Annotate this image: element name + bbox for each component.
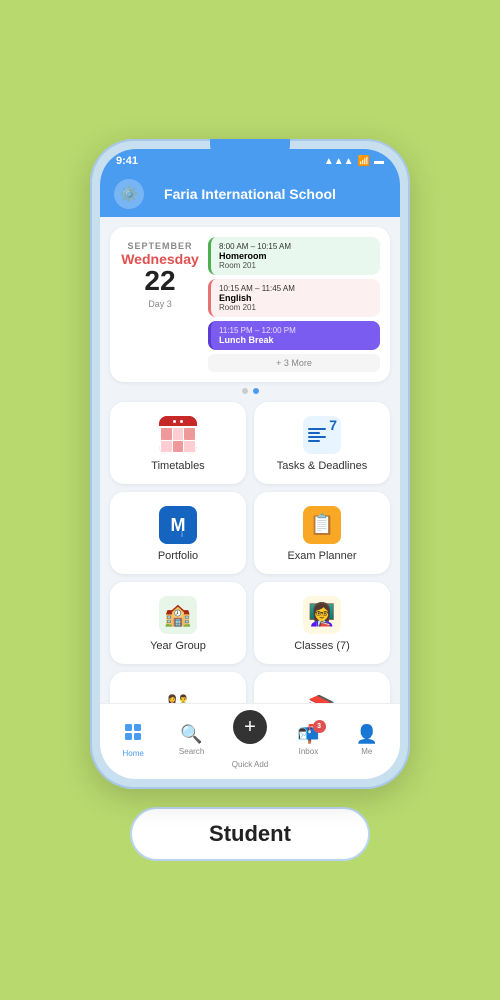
student-label: Student xyxy=(209,821,291,846)
timetables-card[interactable]: Timetables xyxy=(110,402,246,484)
yeargroup-label: Year Group xyxy=(150,640,206,652)
home-icon xyxy=(123,722,143,747)
search-label: Search xyxy=(179,747,204,756)
wifi-icon: 📶 xyxy=(358,156,370,167)
yeargroup-icon: 🏫 xyxy=(159,596,197,634)
portfolio-icon: M i xyxy=(159,506,197,544)
search-icon: 🔍 xyxy=(180,724,202,745)
quick-add-button[interactable]: + xyxy=(233,710,267,744)
phone-screen: 9:41 ▲▲▲ 📶 ▬ ⚙️ Faria International Scho… xyxy=(100,149,400,779)
dot-2 xyxy=(253,388,259,394)
date-number: 22 xyxy=(144,267,175,295)
event-time-2: 10:15 AM – 11:45 AM xyxy=(219,284,372,293)
exam-icon: 📋 xyxy=(303,506,341,544)
event-lunch[interactable]: 11:15 PM – 12:00 PM Lunch Break xyxy=(208,321,380,350)
main-scroll: SEPTEMBER Wednesday 22 Day 3 8:00 AM – 1… xyxy=(100,217,400,703)
gear-icon: ⚙️ xyxy=(120,185,139,203)
counseling-icon: 👫 xyxy=(164,694,191,703)
grid-row-4: 👫 📚 xyxy=(110,672,390,703)
student-label-container: Student xyxy=(130,807,370,861)
events-column: 8:00 AM – 10:15 AM Homeroom Room 201 10:… xyxy=(208,237,380,372)
home-label: Home xyxy=(123,749,144,758)
day-number-label: Day 3 xyxy=(148,299,172,309)
counseling-card[interactable]: 👫 xyxy=(110,672,246,703)
resources-icon: 📚 xyxy=(308,694,335,703)
me-label: Me xyxy=(361,747,372,756)
classes-label: Classes (7) xyxy=(294,640,350,652)
more-events-link[interactable]: + 3 More xyxy=(208,354,380,372)
inbox-icon: 📬 3 xyxy=(297,724,319,745)
nav-search[interactable]: 🔍 Search xyxy=(162,724,220,756)
event-room-1: Room 201 xyxy=(219,261,372,270)
grid-row-3: 🏫 Year Group 👩‍🏫 Classes (7) xyxy=(110,582,390,664)
signal-icon: ▲▲▲ xyxy=(324,156,354,167)
event-room-2: Room 201 xyxy=(219,303,372,312)
nav-home[interactable]: Home xyxy=(104,722,162,758)
top-bar: ⚙️ Faria International School xyxy=(100,171,400,217)
portfolio-label: Portfolio xyxy=(158,550,198,562)
event-time-1: 8:00 AM – 10:15 AM xyxy=(219,242,372,251)
nav-inbox[interactable]: 📬 3 Inbox xyxy=(279,724,337,756)
notch xyxy=(210,139,290,157)
exam-card[interactable]: 📋 Exam Planner xyxy=(254,492,390,574)
bottom-nav: Home 🔍 Search + Quick Add 📬 3 xyxy=(100,703,400,779)
classes-card[interactable]: 👩‍🏫 Classes (7) xyxy=(254,582,390,664)
plus-icon: + xyxy=(244,716,256,739)
inbox-label: Inbox xyxy=(299,747,319,756)
event-name-2: English xyxy=(219,293,372,303)
resources-card[interactable]: 📚 xyxy=(254,672,390,703)
quickadd-label: Quick Add xyxy=(232,760,268,769)
event-homeroom[interactable]: 8:00 AM – 10:15 AM Homeroom Room 201 xyxy=(208,237,380,275)
event-name-3: Lunch Break xyxy=(219,335,372,345)
me-icon: 👤 xyxy=(356,724,378,745)
date-column: SEPTEMBER Wednesday 22 Day 3 xyxy=(120,237,200,372)
nav-quickadd[interactable]: + Quick Add xyxy=(221,710,279,769)
event-time-3: 11:15 PM – 12:00 PM xyxy=(219,326,372,335)
yeargroup-card[interactable]: 🏫 Year Group xyxy=(110,582,246,664)
event-english[interactable]: 10:15 AM – 11:45 AM English Room 201 xyxy=(208,279,380,317)
battery-icon: ▬ xyxy=(374,156,384,167)
settings-button[interactable]: ⚙️ xyxy=(114,179,144,209)
timetables-label: Timetables xyxy=(151,460,204,472)
tasks-icon: 7 xyxy=(303,416,341,454)
tasks-label: Tasks & Deadlines xyxy=(277,460,368,472)
nav-me[interactable]: 👤 Me xyxy=(338,724,396,756)
classes-icon: 👩‍🏫 xyxy=(303,596,341,634)
status-icons: ▲▲▲ 📶 ▬ xyxy=(324,156,384,167)
app-title: Faria International School xyxy=(154,186,346,202)
phone-frame: 9:41 ▲▲▲ 📶 ▬ ⚙️ Faria International Scho… xyxy=(90,139,410,789)
dot-1 xyxy=(242,388,248,394)
calendar-card: SEPTEMBER Wednesday 22 Day 3 8:00 AM – 1… xyxy=(110,227,390,382)
exam-label: Exam Planner xyxy=(287,550,356,562)
tasks-card[interactable]: 7 Tasks & Deadlines xyxy=(254,402,390,484)
timetables-icon xyxy=(159,416,197,454)
event-name-1: Homeroom xyxy=(219,251,372,261)
grid-row-2: M i Portfolio 📋 Exam Planner xyxy=(110,492,390,574)
month-label: SEPTEMBER xyxy=(127,241,192,251)
portfolio-card[interactable]: M i Portfolio xyxy=(110,492,246,574)
inbox-badge: 3 xyxy=(313,720,326,733)
carousel-dots xyxy=(110,388,390,394)
time: 9:41 xyxy=(116,155,138,167)
grid-row-1: Timetables 7 Tasks & Deadl xyxy=(110,402,390,484)
